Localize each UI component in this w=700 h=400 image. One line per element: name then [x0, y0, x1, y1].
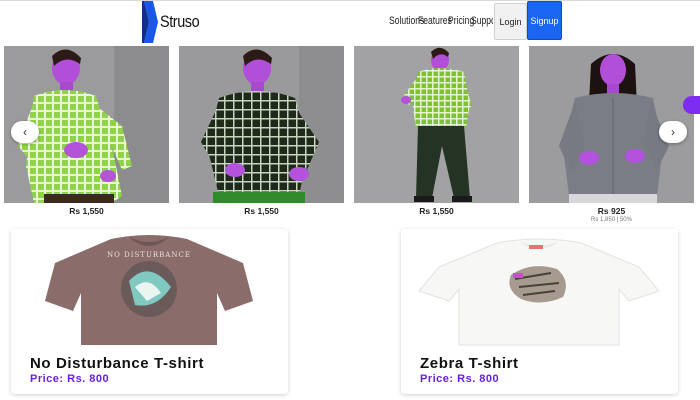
- featured-product-card[interactable]: NO DISTURBANCE No Disturbance T-shirt Pr…: [11, 229, 288, 394]
- product-card[interactable]: › Rs 925 Rs 1,850 | 50%: [529, 46, 694, 223]
- product-card[interactable]: Rs 1,550: [179, 46, 344, 216]
- carousel-next-button[interactable]: ›: [659, 121, 687, 143]
- carousel-prev-button[interactable]: ‹: [11, 121, 39, 143]
- product-price: Price: Rs. 800: [30, 373, 110, 385]
- top-divider: [0, 0, 700, 1]
- product-image[interactable]: [354, 46, 519, 203]
- product-price: Rs 1,550: [69, 206, 104, 216]
- brand-logo[interactable]: Struso: [142, 1, 206, 43]
- nav-link-support[interactable]: Support: [471, 15, 493, 27]
- chevron-right-icon: ›: [671, 125, 675, 139]
- tshirt-image[interactable]: [401, 229, 678, 347]
- logo-text: Struso: [160, 12, 200, 31]
- product-card[interactable]: Rs 1,550: [354, 46, 519, 216]
- product-price: Rs 1,550: [419, 206, 454, 216]
- featured-product-card[interactable]: Zebra T-shirt Price: Rs. 800: [401, 229, 678, 394]
- product-price: Price: Rs. 800: [420, 373, 500, 385]
- product-image[interactable]: ›: [529, 46, 694, 203]
- product-carousel: ‹ Rs 1,550 Rs 1,550 Rs 1,550 › Rs 925 Rs…: [0, 46, 700, 226]
- main-nav: Solutions Features Pricing Support: [389, 6, 493, 36]
- chevron-left-icon: ‹: [23, 125, 27, 139]
- product-name[interactable]: Zebra T-shirt: [420, 355, 519, 372]
- signup-button[interactable]: Signup: [527, 1, 562, 40]
- nav-link-solutions[interactable]: Solutions: [389, 15, 424, 27]
- product-image[interactable]: ‹: [4, 46, 169, 203]
- product-image[interactable]: [179, 46, 344, 203]
- product-card[interactable]: ‹ Rs 1,550: [4, 46, 169, 216]
- tshirt-print-text: NO DISTURBANCE: [107, 251, 191, 259]
- product-price: Rs 1,550: [244, 206, 279, 216]
- product-name[interactable]: No Disturbance T-shirt: [30, 355, 204, 372]
- nav-link-features[interactable]: Features: [418, 15, 452, 27]
- product-price: Rs 925: [597, 206, 626, 216]
- nav-link-pricing[interactable]: Pricing: [448, 15, 474, 27]
- logo-mark-icon: [142, 1, 158, 43]
- tshirt-image[interactable]: NO DISTURBANCE: [11, 229, 288, 347]
- purple-side-tab[interactable]: [683, 96, 700, 114]
- login-button[interactable]: Login: [494, 3, 527, 40]
- product-original-price: Rs 1,850 | 50%: [591, 217, 632, 223]
